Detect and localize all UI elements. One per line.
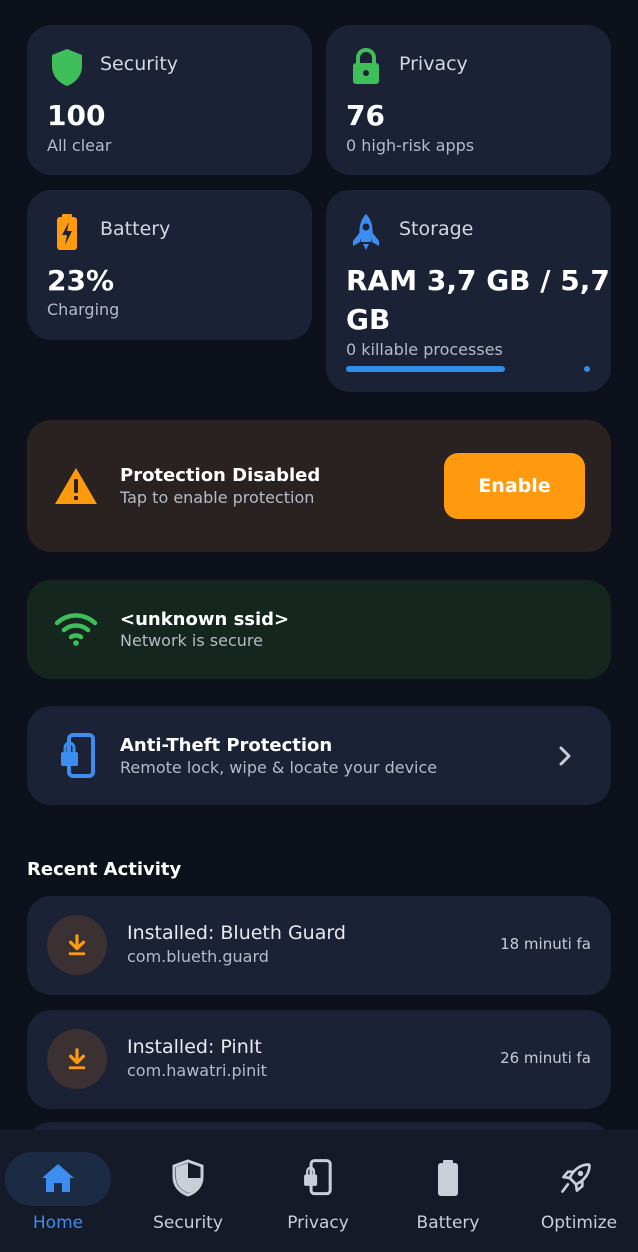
shield-icon: [52, 49, 82, 86]
ram-progress-bar: [346, 366, 590, 372]
ram-usage-line2: GB: [346, 303, 391, 336]
storage-card[interactable]: Storage RAM 3,7 GB / 5,7 GB 0 killable p…: [326, 190, 611, 392]
phone-lock-icon: [304, 1159, 332, 1196]
battery-charging-icon: [57, 214, 77, 250]
nav-battery-label: Battery: [416, 1213, 480, 1233]
download-icon: [68, 1048, 86, 1070]
protection-alert-sub: Tap to enable protection: [120, 488, 315, 507]
home-icon: [42, 1164, 74, 1192]
protection-disabled-card[interactable]: Protection Disabled Tap to enable protec…: [27, 420, 611, 552]
nav-optimize[interactable]: Optimize: [510, 1130, 638, 1252]
activity-item[interactable]: Installed: Blueth Guard com.blueth.guard…: [27, 896, 611, 995]
security-status: All clear: [47, 136, 112, 155]
anti-theft-card[interactable]: Anti-Theft Protection Remote lock, wipe …: [27, 706, 611, 805]
security-card[interactable]: Security 100 All clear: [27, 25, 312, 175]
battery-status: Charging: [47, 300, 120, 319]
recent-activity-heading: Recent Activity: [27, 859, 182, 880]
nav-battery[interactable]: Battery: [384, 1130, 512, 1252]
enable-protection-button[interactable]: Enable: [444, 453, 585, 519]
home-screen: Security 100 All clear Privacy 76 0 high…: [0, 0, 638, 1252]
chevron-right-icon: [559, 746, 571, 766]
killable-processes: 0 killable processes: [346, 340, 503, 359]
bottom-navigation: Home Security Privacy Battery Optimize: [0, 1130, 638, 1252]
activity-title: Installed: PinIt: [127, 1036, 262, 1058]
security-title: Security: [100, 53, 179, 75]
activity-package: com.blueth.guard: [127, 947, 269, 966]
nav-security-label: Security: [153, 1213, 223, 1233]
anti-theft-title: Anti-Theft Protection: [120, 735, 333, 756]
phone-lock-icon: [61, 733, 95, 778]
activity-title: Installed: Blueth Guard: [127, 922, 346, 944]
wifi-icon: [54, 613, 98, 646]
privacy-score: 76: [346, 99, 385, 132]
shield-icon: [172, 1159, 204, 1197]
network-status: Network is secure: [120, 631, 263, 650]
activity-time: 18 minuti fa: [500, 935, 591, 953]
activity-package: com.hawatri.pinit: [127, 1061, 267, 1080]
ram-progress-fill: [346, 366, 505, 372]
nav-privacy[interactable]: Privacy: [254, 1130, 382, 1252]
ram-usage-line1: RAM 3,7 GB / 5,7: [346, 264, 610, 297]
privacy-title: Privacy: [399, 53, 468, 75]
warning-icon: [55, 468, 97, 504]
rocket-icon: [561, 1163, 591, 1193]
battery-level: 23%: [47, 264, 115, 297]
storage-title: Storage: [399, 218, 474, 240]
rocket-icon: [353, 214, 379, 250]
ram-progress-end-dot: [584, 366, 590, 372]
activity-time: 26 minuti fa: [500, 1049, 591, 1067]
download-icon: [68, 934, 86, 956]
nav-privacy-label: Privacy: [287, 1213, 349, 1233]
network-status-card[interactable]: <unknown ssid> Network is secure: [27, 580, 611, 679]
nav-optimize-label: Optimize: [540, 1213, 618, 1233]
activity-item[interactable]: Installed: PinIt com.hawatri.pinit 26 mi…: [27, 1010, 611, 1109]
privacy-card[interactable]: Privacy 76 0 high-risk apps: [326, 25, 611, 175]
anti-theft-sub: Remote lock, wipe & locate your device: [120, 758, 438, 777]
protection-alert-title: Protection Disabled: [120, 465, 321, 486]
activity-icon-badge: [47, 1029, 107, 1089]
security-score: 100: [47, 99, 106, 132]
activity-icon-badge: [47, 915, 107, 975]
lock-icon: [353, 47, 379, 84]
privacy-status: 0 high-risk apps: [346, 136, 475, 155]
battery-title: Battery: [100, 218, 171, 240]
nav-home[interactable]: Home: [0, 1130, 128, 1252]
battery-icon: [438, 1160, 458, 1196]
nav-security[interactable]: Security: [124, 1130, 252, 1252]
nav-home-label: Home: [32, 1213, 84, 1233]
battery-card[interactable]: Battery 23% Charging: [27, 190, 312, 340]
network-ssid: <unknown ssid>: [120, 609, 290, 630]
